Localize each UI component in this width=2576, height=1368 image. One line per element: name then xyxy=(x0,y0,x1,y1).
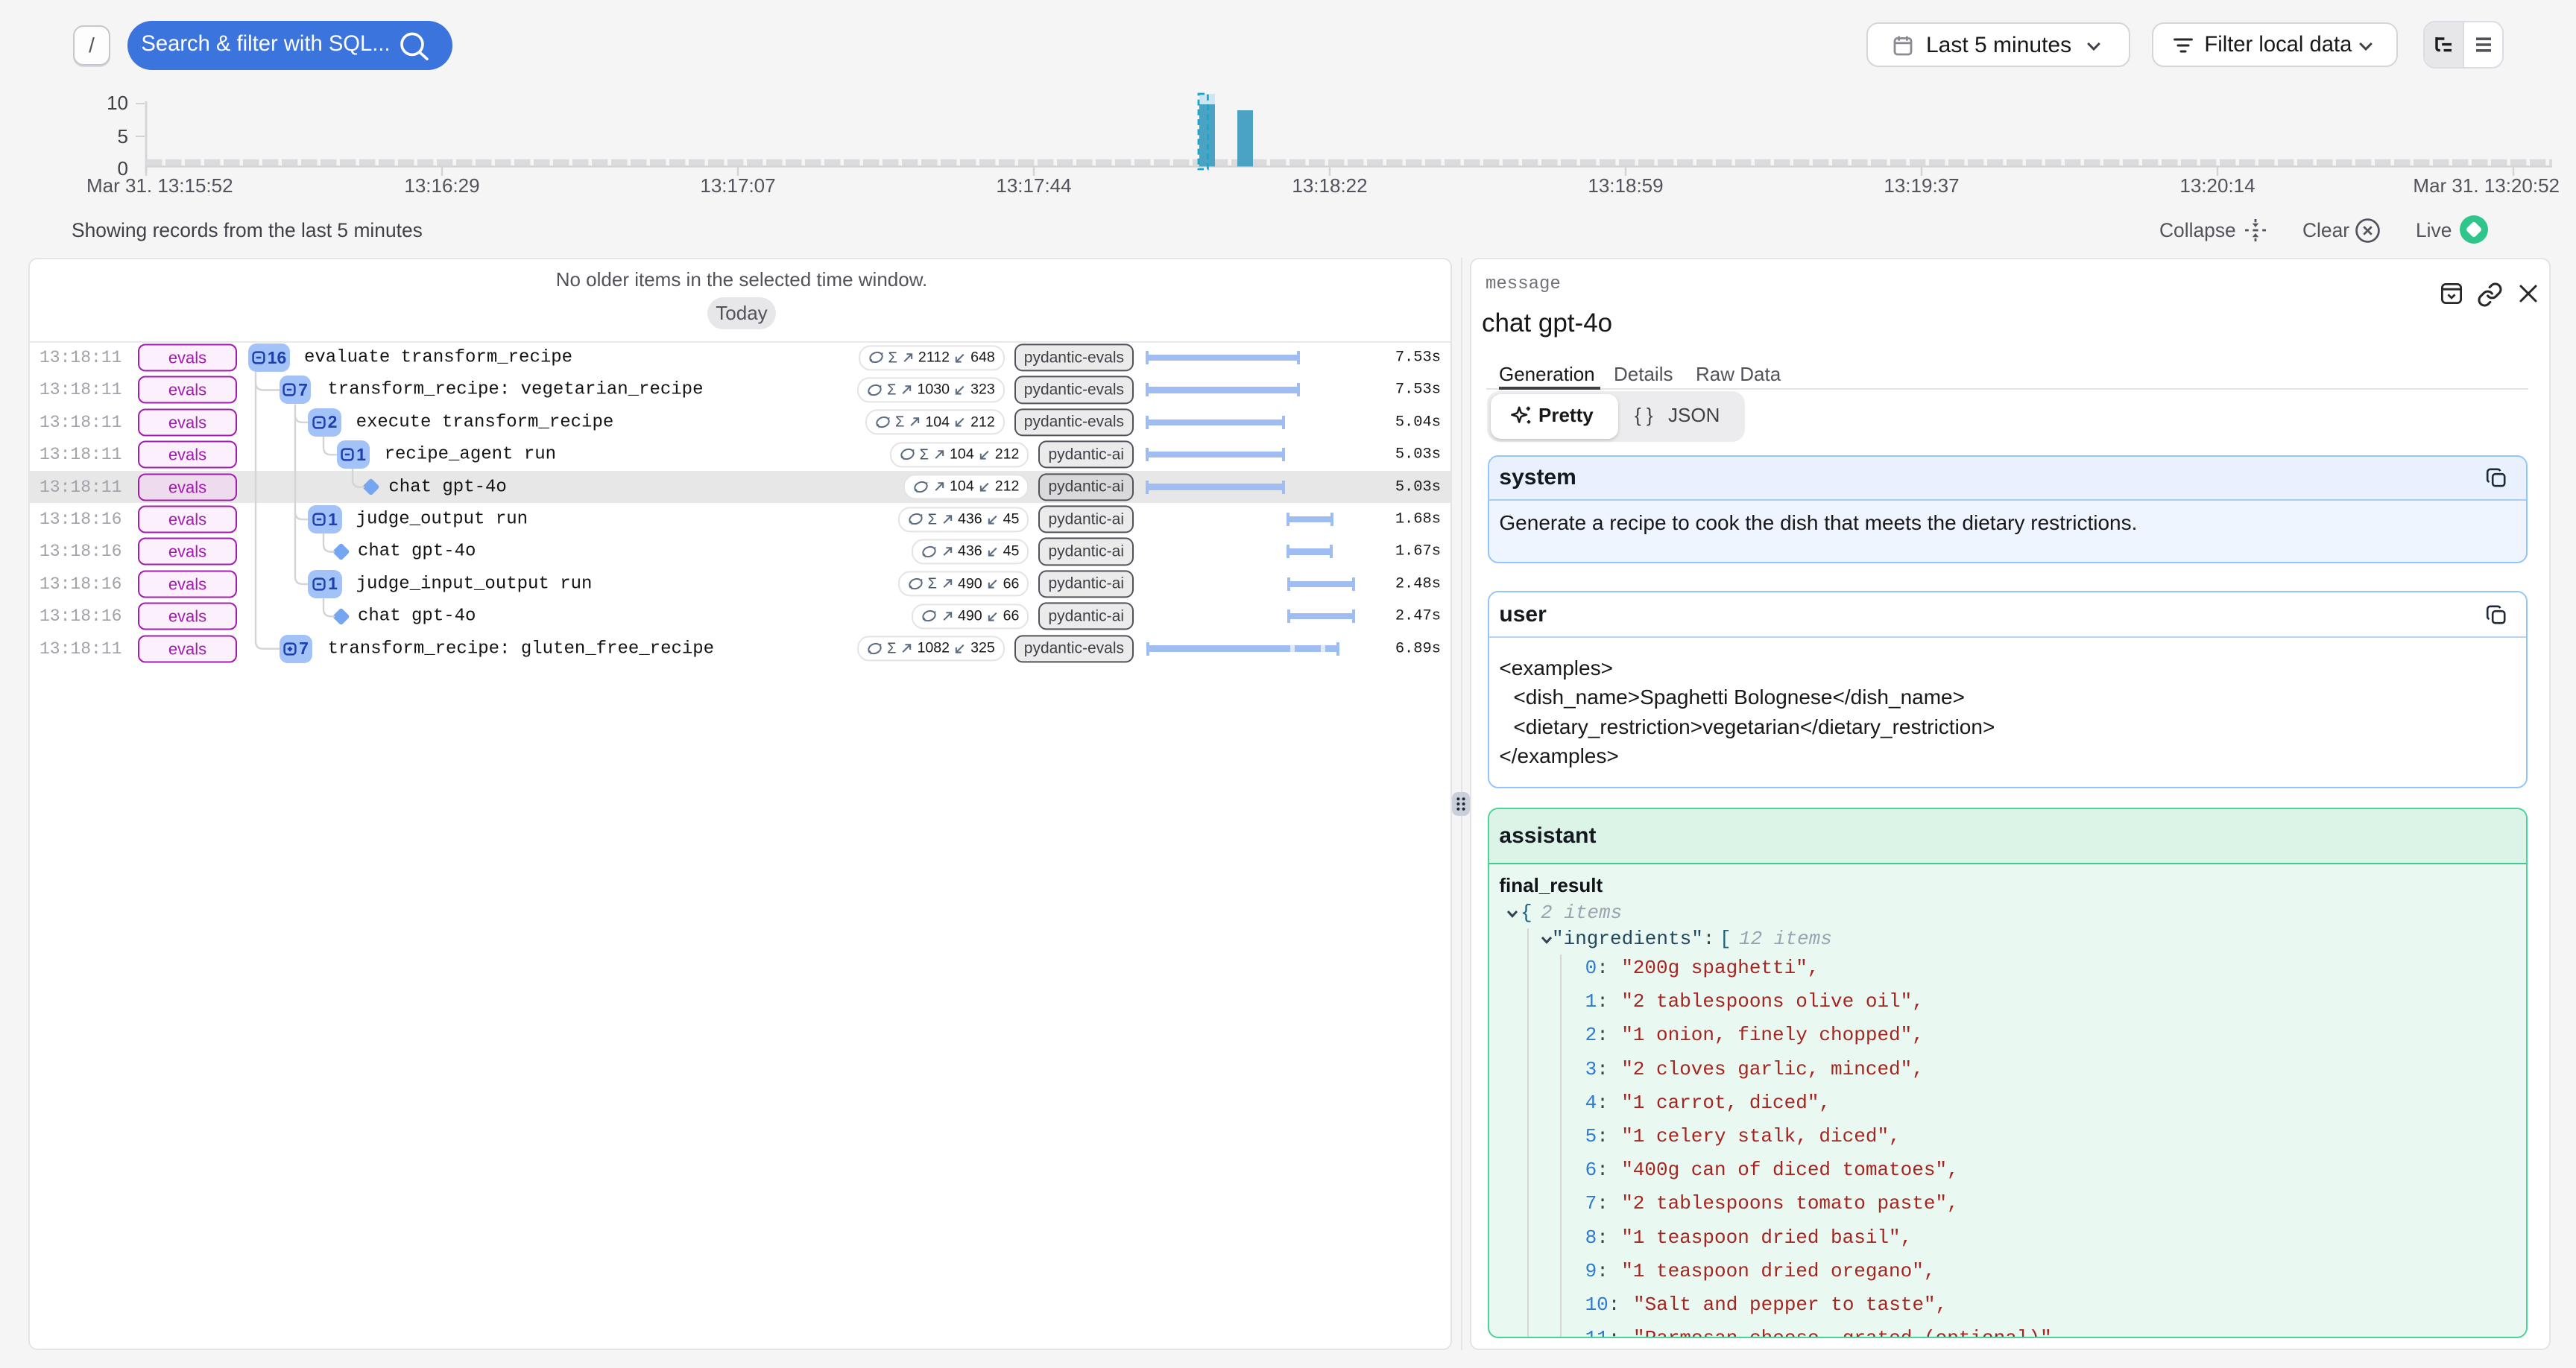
svg-text:5: 5 xyxy=(118,125,128,148)
svg-text:13:19:37: 13:19:37 xyxy=(1884,174,1959,197)
svg-text:10: 10 xyxy=(107,92,128,114)
svg-text:13:20:14: 13:20:14 xyxy=(2179,174,2255,197)
svg-text:13:17:44: 13:17:44 xyxy=(996,174,1071,197)
svg-text:Mar 31. 13:15:52: Mar 31. 13:15:52 xyxy=(86,174,233,197)
svg-text:13:17:07: 13:17:07 xyxy=(700,174,775,197)
svg-text:13:18:22: 13:18:22 xyxy=(1292,174,1367,197)
svg-text:Mar 31. 13:20:52: Mar 31. 13:20:52 xyxy=(2413,174,2560,197)
svg-text:13:16:29: 13:16:29 xyxy=(404,174,479,197)
svg-text:13:18:59: 13:18:59 xyxy=(1588,174,1663,197)
